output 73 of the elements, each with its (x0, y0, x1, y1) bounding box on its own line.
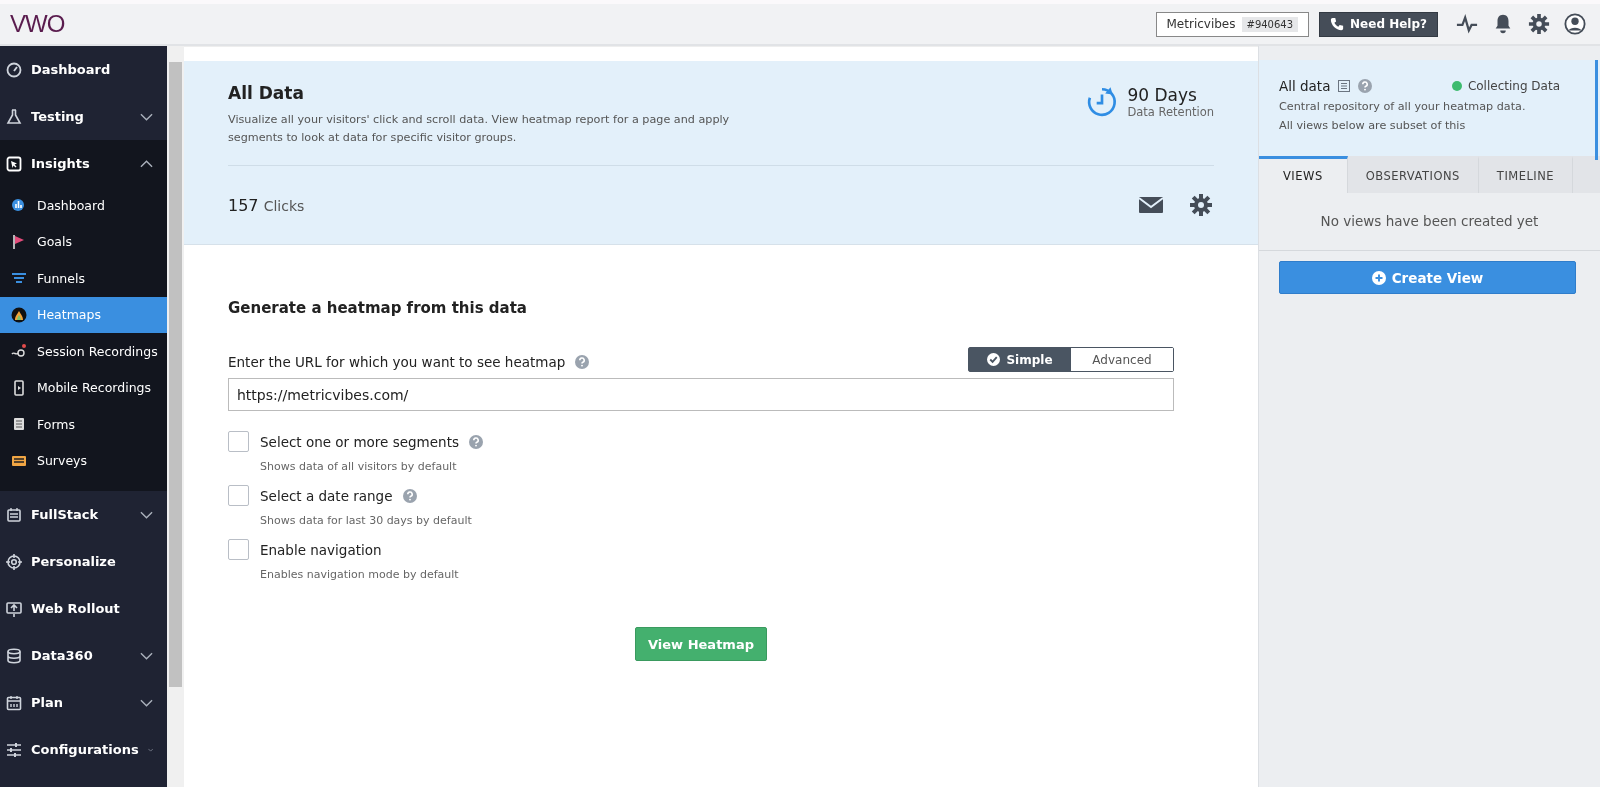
retention-value: 90 Days (1127, 85, 1198, 105)
status-label: Collecting Data (1467, 79, 1560, 93)
flame-icon (11, 306, 27, 323)
option-hint: Shows data for last 30 days by default (260, 514, 472, 527)
mobile-play-icon (11, 379, 27, 396)
crosshair-icon (6, 553, 22, 570)
clicks-label: Clicks (263, 197, 305, 214)
scrollbar[interactable] (167, 46, 184, 787)
sidebar-subitem[interactable]: Funnels (0, 260, 167, 297)
sidebar-item[interactable]: Testing (0, 93, 167, 140)
sidebar-item[interactable]: Web Rollout (0, 585, 167, 632)
option-label: Select one or more segments (260, 434, 459, 450)
empty-message: No views have been created yet (1259, 193, 1600, 251)
option-hint: Shows data of all visitors by default (260, 460, 458, 473)
scrollbar[interactable] (1595, 60, 1598, 160)
gauge-icon (6, 61, 22, 78)
help-icon[interactable] (468, 435, 483, 449)
activity-icon[interactable] (1456, 13, 1478, 35)
sidebar-item[interactable]: Configurations (0, 726, 167, 773)
help-icon[interactable] (575, 355, 590, 369)
sidebar-subitem[interactable]: Forms (0, 406, 167, 443)
phone-icon (1330, 17, 1345, 31)
database-icon (6, 647, 22, 664)
settings-icon[interactable] (1188, 193, 1214, 217)
help-icon[interactable] (1358, 79, 1373, 93)
panel-title: All data (1279, 78, 1331, 94)
recording-icon (11, 343, 27, 360)
sidebar-subitem[interactable]: Surveys (0, 442, 167, 479)
page-description: Visualize all your visitors' click and scroll data. View heatmap report for a page and apply segments to look at data for specific visitor groups. (228, 112, 731, 146)
plus-circle-icon (1371, 270, 1386, 285)
check-circle-icon (987, 353, 1001, 366)
sidebar-item[interactable]: Personalize (0, 538, 167, 585)
sidebar-item[interactable]: Data360 (0, 632, 167, 679)
checkbox[interactable] (228, 539, 249, 560)
panel-tab[interactable]: VIEWS (1259, 156, 1348, 193)
sidebar-subitem[interactable]: Mobile Recordings (0, 369, 167, 406)
help-icon[interactable] (402, 489, 417, 503)
help-button[interactable]: Need Help? (1319, 11, 1438, 37)
mode-tab[interactable]: Simple (969, 348, 1071, 371)
sidebar-item[interactable]: Insights (0, 140, 167, 187)
retention-label: Data Retention (1127, 105, 1214, 119)
sidebar-subitem[interactable]: Session Recordings (0, 333, 167, 370)
panel-description: All views below are subset of this (1279, 119, 1467, 132)
sidebar-subitem[interactable]: Goals (0, 223, 167, 260)
user-avatar-icon[interactable] (1564, 13, 1586, 35)
option-label: Enable navigation (260, 542, 382, 558)
sidebar-item[interactable]: Dashboard (0, 46, 167, 93)
url-label: Enter the URL for which you want to see heatmap (228, 354, 566, 370)
account-id-badge: #940643 (1241, 16, 1299, 32)
account-button[interactable]: Metricvibes #940643 (1155, 11, 1310, 37)
option-hint: Enables navigation mode by default (260, 568, 459, 581)
cursor-icon (6, 155, 22, 172)
checkbox[interactable] (228, 431, 249, 452)
flask-icon (6, 108, 22, 125)
sidebar-item[interactable]: FullStack (0, 491, 167, 538)
option-label: Select a date range (260, 488, 393, 504)
monitor-upload-icon (6, 600, 22, 617)
sliders-icon (6, 741, 22, 758)
logo[interactable]: VWO (10, 10, 65, 38)
panel-description: Central repository of all your heatmap data. (1279, 100, 1527, 113)
url-input-field[interactable]: https://metricvibes.com/ (228, 378, 1174, 411)
checkbox[interactable] (228, 485, 249, 506)
sidebar-item[interactable]: Plan (0, 679, 167, 726)
settings-icon[interactable] (1528, 13, 1550, 35)
form-heading: Generate a heatmap from this data (228, 299, 528, 317)
clicks-count: 157 (228, 195, 259, 215)
calendar-icon (6, 694, 22, 711)
list-icon[interactable] (1338, 80, 1351, 92)
bar-chart-icon (11, 197, 27, 214)
page-title: All Data (228, 83, 305, 103)
sidebar-subitem[interactable]: Dashboard (0, 187, 167, 224)
calendar-list-icon (6, 506, 22, 523)
form-icon (11, 416, 27, 433)
